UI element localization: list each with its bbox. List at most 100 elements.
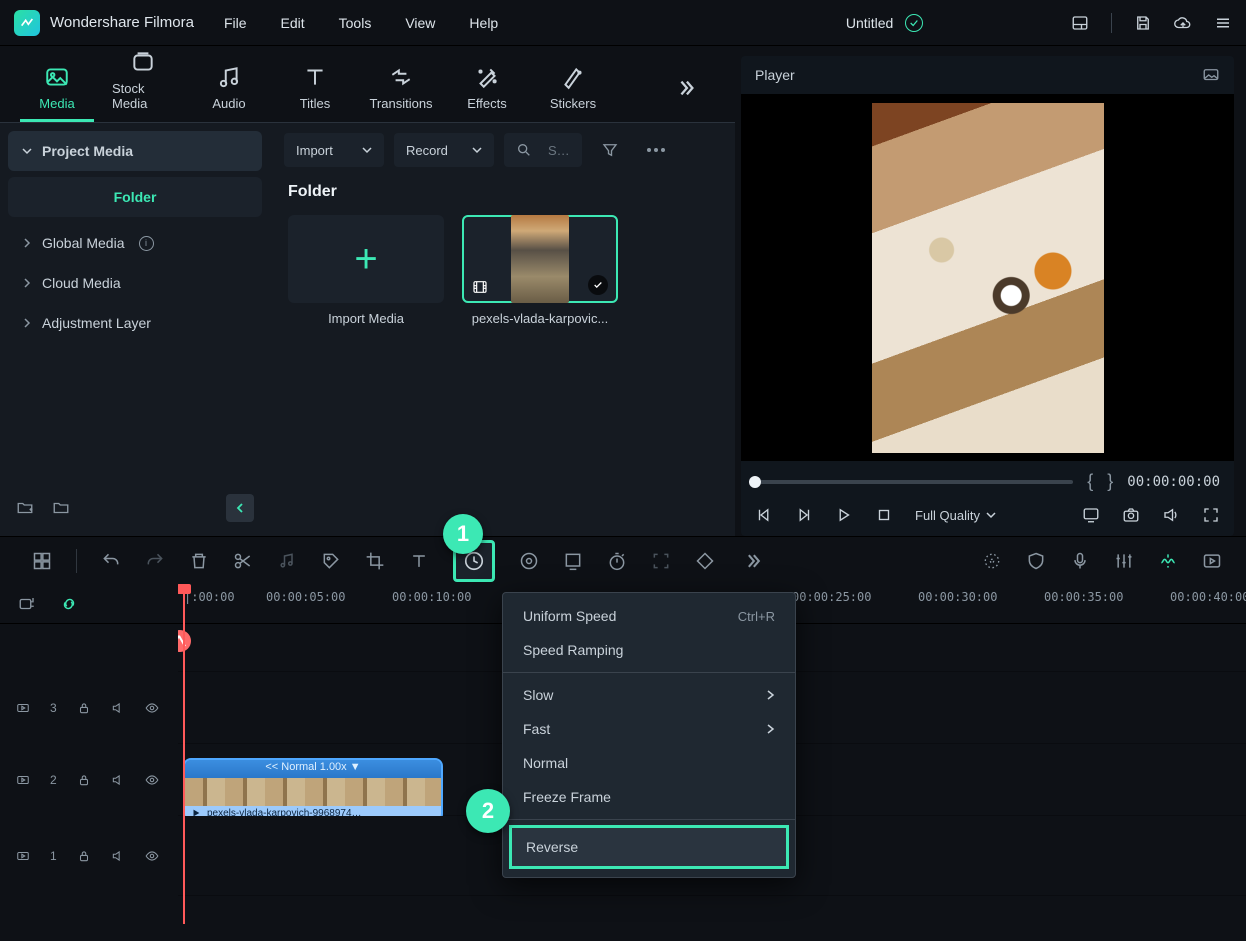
layout-grid-icon[interactable] — [32, 551, 52, 571]
tabs-more-icon[interactable] — [675, 77, 697, 99]
mute-icon[interactable] — [111, 849, 125, 863]
quality-dropdown[interactable]: Full Quality — [915, 508, 996, 523]
stopwatch-icon[interactable] — [607, 551, 627, 571]
sidebar-folder[interactable]: Folder — [8, 177, 262, 217]
menu-reverse[interactable]: Reverse — [509, 825, 789, 869]
playhead[interactable] — [183, 584, 185, 924]
eye-icon[interactable] — [145, 701, 159, 715]
tab-stickers[interactable]: Stickers — [536, 64, 610, 122]
record-dropdown[interactable]: Record — [394, 133, 494, 167]
frame-icon[interactable] — [651, 551, 671, 571]
mute-icon[interactable] — [111, 773, 125, 787]
mark-in-icon[interactable]: { — [1087, 471, 1093, 492]
sidebar-adjustment-layer[interactable]: Adjustment Layer — [8, 303, 262, 343]
color-icon[interactable] — [519, 551, 539, 571]
module-tabs: Media Stock Media Audio Titles Transitio… — [0, 46, 735, 122]
sidebar-global-media[interactable]: Global Media i — [8, 223, 262, 263]
tab-titles[interactable]: Titles — [278, 64, 352, 122]
info-icon[interactable]: i — [139, 236, 154, 251]
clip-name-label: pexels-vlada-karpovic... — [462, 303, 618, 326]
cloud-upload-icon[interactable] — [1174, 14, 1192, 32]
tab-media[interactable]: Media — [20, 64, 94, 122]
menu-help[interactable]: Help — [469, 15, 498, 31]
menu-edit[interactable]: Edit — [281, 15, 305, 31]
mark-out-icon[interactable]: } — [1107, 471, 1113, 492]
split-icon[interactable] — [233, 551, 253, 571]
ai-sparkle-icon[interactable] — [982, 551, 1002, 571]
render-icon[interactable] — [1158, 551, 1178, 571]
mixer-icon[interactable] — [1114, 551, 1134, 571]
fullscreen-icon[interactable] — [1202, 506, 1220, 524]
tab-transitions[interactable]: Transitions — [364, 64, 438, 122]
lock-icon[interactable] — [77, 849, 91, 863]
menu-freeze-frame[interactable]: Freeze Frame — [503, 780, 795, 814]
keyframe-icon[interactable] — [695, 551, 715, 571]
tab-stickers-label: Stickers — [550, 96, 596, 111]
more-icon[interactable] — [638, 133, 674, 167]
undo-icon[interactable] — [101, 551, 121, 571]
redo-icon[interactable] — [145, 551, 165, 571]
menu-uniform-speed[interactable]: Uniform Speed Ctrl+R — [503, 599, 795, 633]
media-content: Import Record S… — [270, 123, 735, 536]
tab-effects[interactable]: Effects — [450, 64, 524, 122]
menu-file[interactable]: File — [224, 15, 247, 31]
menu-fast[interactable]: Fast — [503, 712, 795, 746]
save-icon[interactable] — [1134, 14, 1152, 32]
mute-icon[interactable] — [111, 701, 125, 715]
layout-icon[interactable] — [1071, 14, 1089, 32]
text-icon[interactable] — [409, 551, 429, 571]
tab-media-label: Media — [39, 96, 74, 111]
timeline-clip[interactable]: << Normal 1.00x ▼ pexels-vlada-karpovich… — [183, 758, 443, 822]
menu-speed-ramping[interactable]: Speed Ramping — [503, 633, 795, 667]
sidebar-cloud-media[interactable]: Cloud Media — [8, 263, 262, 303]
crop-icon[interactable] — [365, 551, 385, 571]
menu-normal[interactable]: Normal — [503, 746, 795, 780]
ruler-tick: 00:00:25:00 — [792, 590, 871, 604]
lock-icon[interactable] — [77, 773, 91, 787]
scrub-bar[interactable] — [755, 480, 1073, 484]
import-dropdown[interactable]: Import — [284, 133, 384, 167]
ruler-tick: 00:00:40:00 — [1170, 590, 1246, 604]
export-icon[interactable] — [1202, 551, 1222, 571]
audio-detach-icon[interactable] — [277, 551, 297, 571]
lock-icon[interactable] — [77, 701, 91, 715]
cast-icon[interactable] — [1082, 506, 1100, 524]
tab-audio[interactable]: Audio — [192, 64, 266, 122]
import-media-card[interactable]: + Import Media — [288, 215, 444, 326]
marker-tag-icon[interactable] — [321, 551, 341, 571]
media-clip-card[interactable]: pexels-vlada-karpovic... — [462, 215, 618, 326]
filter-icon[interactable] — [592, 133, 628, 167]
sidebar-project-media[interactable]: Project Media — [8, 131, 262, 171]
add-track-icon[interactable] — [18, 595, 36, 613]
sync-status-icon[interactable] — [905, 14, 923, 32]
app-name: Wondershare Filmora — [50, 14, 194, 31]
new-folder-icon[interactable] — [16, 499, 34, 517]
green-screen-icon[interactable] — [563, 551, 583, 571]
mic-icon[interactable] — [1070, 551, 1090, 571]
eye-icon[interactable] — [145, 773, 159, 787]
hamburger-icon[interactable] — [1214, 14, 1232, 32]
prev-frame-icon[interactable] — [755, 506, 773, 524]
link-icon[interactable] — [60, 595, 78, 613]
menu-view[interactable]: View — [405, 15, 435, 31]
folder-icon[interactable] — [52, 499, 70, 517]
track-video-icon — [16, 773, 30, 787]
ruler-tick: 00:00:05:00 — [266, 590, 345, 604]
menu-tools[interactable]: Tools — [339, 15, 372, 31]
menubar: File Edit Tools View Help — [224, 15, 498, 31]
toolbar-more-icon[interactable] — [743, 551, 763, 571]
preview-area[interactable] — [741, 94, 1234, 461]
collapse-sidebar-button[interactable] — [226, 494, 254, 522]
volume-icon[interactable] — [1162, 506, 1180, 524]
play-icon[interactable] — [835, 506, 853, 524]
delete-icon[interactable] — [189, 551, 209, 571]
tab-stock-media[interactable]: Stock Media — [106, 49, 180, 122]
menu-slow[interactable]: Slow — [503, 678, 795, 712]
player-display-icon[interactable] — [1202, 66, 1220, 84]
play-backward-icon[interactable] — [795, 506, 813, 524]
snapshot-icon[interactable] — [1122, 506, 1140, 524]
stop-icon[interactable] — [875, 506, 893, 524]
search-input[interactable]: S… — [504, 133, 582, 167]
eye-icon[interactable] — [145, 849, 159, 863]
shield-icon[interactable] — [1026, 551, 1046, 571]
